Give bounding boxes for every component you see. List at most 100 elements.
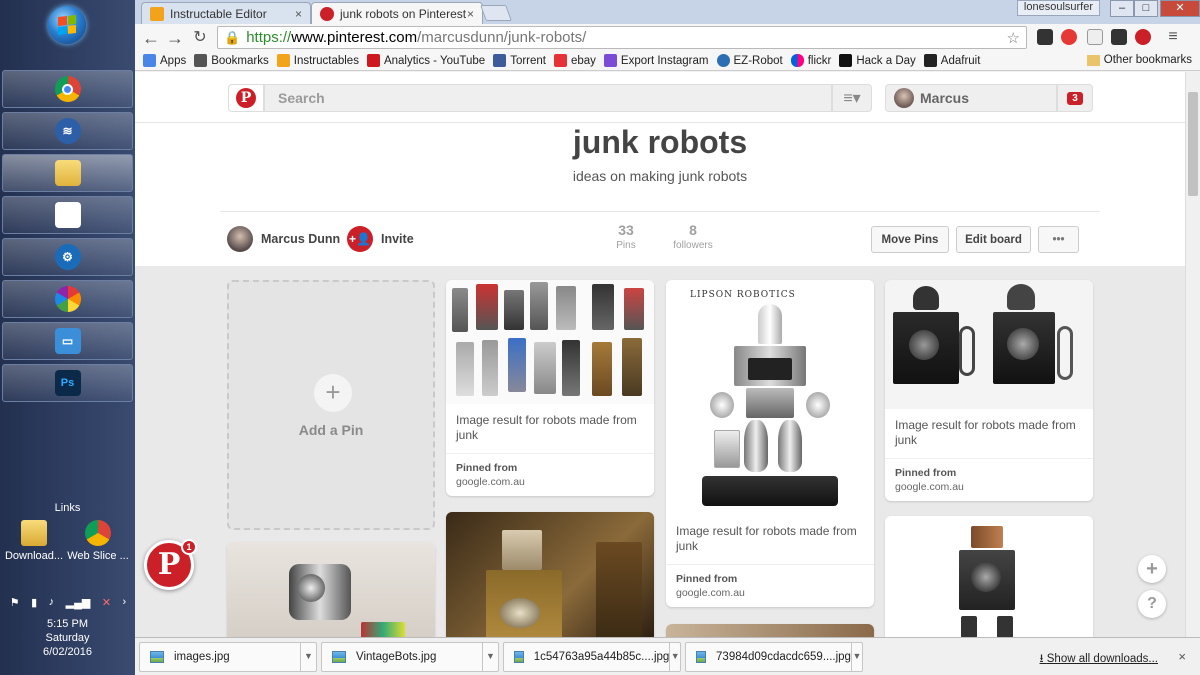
download-item[interactable]: VintageBots.jpg ▼: [321, 642, 499, 672]
volume-icon[interactable]: ♪: [49, 596, 55, 609]
network-error-icon[interactable]: ✕: [102, 596, 111, 609]
download-item[interactable]: 1c54763a95a44b85c....jpg ▼: [503, 642, 681, 672]
reload-icon[interactable]: ↻: [190, 28, 210, 48]
downloads-shortcut[interactable]: Download...: [2, 520, 66, 562]
download-item[interactable]: images.jpg ▼: [139, 642, 317, 672]
cast-icon[interactable]: [1087, 29, 1103, 45]
save-count-badge: 1: [181, 539, 197, 555]
forward-icon[interactable]: →: [165, 28, 185, 48]
signal-icon[interactable]: ▂▄▆: [66, 596, 91, 609]
pinterest-home-button[interactable]: P: [228, 84, 264, 112]
chevron-down-icon[interactable]: ▼: [669, 642, 680, 672]
chevron-down-icon[interactable]: ▼: [482, 642, 498, 672]
bookmark-instructables[interactable]: Instructables: [276, 54, 359, 67]
flag-icon[interactable]: ⚑: [10, 596, 20, 609]
pin-image[interactable]: [885, 280, 1093, 409]
bookmark-export-instagram[interactable]: Export Instagram: [603, 54, 709, 67]
pin-card[interactable]: [666, 624, 874, 637]
pin-card[interactable]: [227, 542, 435, 637]
invite-button[interactable]: +👤 Invite: [347, 226, 414, 252]
pin-source[interactable]: Pinned from google.com.au: [446, 454, 654, 496]
minimize-button[interactable]: –: [1110, 0, 1134, 17]
close-downloads-button[interactable]: ×: [1178, 649, 1186, 664]
tab-pinterest[interactable]: junk robots on Pinterest ×: [311, 2, 483, 24]
scrollbar-thumb[interactable]: [1188, 92, 1198, 196]
bookmark-star-icon[interactable]: ☆: [1007, 29, 1020, 47]
pin-source[interactable]: Pinned from google.com.au: [885, 459, 1093, 501]
help-button[interactable]: ?: [1138, 590, 1166, 618]
taskbar-photoshop[interactable]: Ps: [2, 364, 133, 402]
tab-close-icon[interactable]: ×: [467, 7, 474, 21]
pin-image[interactable]: [227, 542, 435, 637]
pins-count[interactable]: 33 Pins: [611, 222, 641, 251]
followers-count[interactable]: 8 followers: [668, 222, 718, 251]
board-owner[interactable]: Marcus Dunn: [227, 226, 340, 252]
pin-card[interactable]: [885, 516, 1093, 637]
notifications-button[interactable]: 3: [1057, 84, 1093, 112]
page-scrollbar[interactable]: [1185, 72, 1200, 637]
battery-icon[interactable]: ▮: [31, 596, 37, 609]
pin-image[interactable]: [446, 512, 654, 637]
image-file-icon: [150, 651, 164, 663]
new-tab-button[interactable]: [480, 5, 512, 21]
bookmark-label: Hack a Day: [856, 54, 916, 67]
taskbar-clock[interactable]: 5:15 PM Saturday 6/02/2016: [0, 617, 135, 659]
taskbar-explorer[interactable]: [2, 154, 133, 192]
pin-card[interactable]: LIPSON ROBOTICS Image result for robots …: [666, 280, 874, 607]
bookmark-apps[interactable]: Apps: [143, 54, 186, 67]
taskbar-picasa[interactable]: [2, 280, 133, 318]
other-bookmarks[interactable]: Other bookmarks: [1086, 54, 1192, 66]
pin-image[interactable]: [666, 624, 874, 637]
windows-taskbar: ≋ ⚙ ▭ Ps Links Download... Web Slice ...…: [0, 0, 135, 675]
maximize-button[interactable]: □: [1134, 0, 1158, 17]
taskbar-remote-desktop[interactable]: ▭: [2, 322, 133, 360]
back-icon[interactable]: ←: [141, 28, 161, 48]
more-options-button[interactable]: •••: [1038, 226, 1079, 253]
pin-card[interactable]: Image result for robots made from junk P…: [885, 280, 1093, 501]
taskbar-chrome[interactable]: [2, 70, 133, 108]
bookmark-ez-robot[interactable]: EZ-Robot: [716, 54, 783, 67]
pocket-icon[interactable]: [1037, 29, 1053, 45]
tab-instructable-editor[interactable]: Instructable Editor ×: [141, 2, 311, 24]
bookmark-adafruit[interactable]: Adafruit: [923, 54, 980, 67]
search-menu-button[interactable]: ≡▾: [832, 84, 872, 112]
tab-close-icon[interactable]: ×: [295, 7, 302, 21]
bookmark-ebay[interactable]: ebay: [553, 54, 596, 67]
web-slice-shortcut[interactable]: Web Slice ...: [66, 520, 130, 562]
pin-card[interactable]: Image result for robots made from junk P…: [446, 280, 654, 496]
pin-image[interactable]: [446, 280, 654, 404]
pin-image[interactable]: LIPSON ROBOTICS: [666, 280, 874, 515]
download-item[interactable]: 73984d09cdacdc659....jpg ▼: [685, 642, 863, 672]
taskbar-bittorrent[interactable]: ≋: [2, 112, 133, 150]
taskbar-control-panel[interactable]: ⚙: [2, 238, 133, 276]
move-pins-button[interactable]: Move Pins: [871, 226, 949, 253]
user-profile-button[interactable]: Marcus: [885, 84, 1057, 112]
menu-icon[interactable]: ≡: [1165, 29, 1181, 45]
pin-source[interactable]: Pinned from google.com.au: [666, 565, 874, 607]
pin-card[interactable]: [446, 512, 654, 637]
bookmark-torrent[interactable]: Torrent: [493, 54, 546, 67]
taskbar-apps[interactable]: [2, 196, 133, 234]
add-pin-card[interactable]: + Add a Pin: [227, 280, 435, 530]
show-all-downloads-link[interactable]: ⭳ Show all downloads...: [1040, 651, 1158, 670]
bookmark-analytics-youtube[interactable]: Analytics - YouTube: [366, 54, 485, 67]
profile-button[interactable]: lonesoulsurfer: [1016, 0, 1100, 16]
chevron-down-icon[interactable]: ▼: [300, 642, 316, 672]
bookmark-bookmarks[interactable]: Bookmarks: [194, 54, 269, 67]
pinterest-save-button[interactable]: P 1: [144, 539, 197, 590]
opera-icon[interactable]: [1061, 29, 1077, 45]
tray-expand-icon[interactable]: ›: [123, 596, 127, 609]
close-window-button[interactable]: ✕: [1160, 0, 1200, 17]
bookmark-hack-a-day[interactable]: Hack a Day: [839, 54, 916, 67]
pin-image[interactable]: [885, 516, 1093, 637]
add-pin-float-button[interactable]: +: [1138, 555, 1166, 583]
address-bar[interactable]: 🔒 https:// www.pinterest.com /marcusdunn…: [217, 26, 1027, 49]
pinterest-extension-icon[interactable]: [1135, 29, 1151, 45]
chevron-down-icon[interactable]: ▼: [850, 642, 862, 672]
start-button[interactable]: [48, 6, 86, 44]
extension-icon[interactable]: [1111, 29, 1127, 45]
browser-window: Instructable Editor × junk robots on Pin…: [135, 0, 1200, 675]
edit-board-button[interactable]: Edit board: [956, 226, 1031, 253]
bookmark-flickr[interactable]: flickr: [790, 54, 831, 67]
search-input[interactable]: Search: [264, 84, 832, 112]
